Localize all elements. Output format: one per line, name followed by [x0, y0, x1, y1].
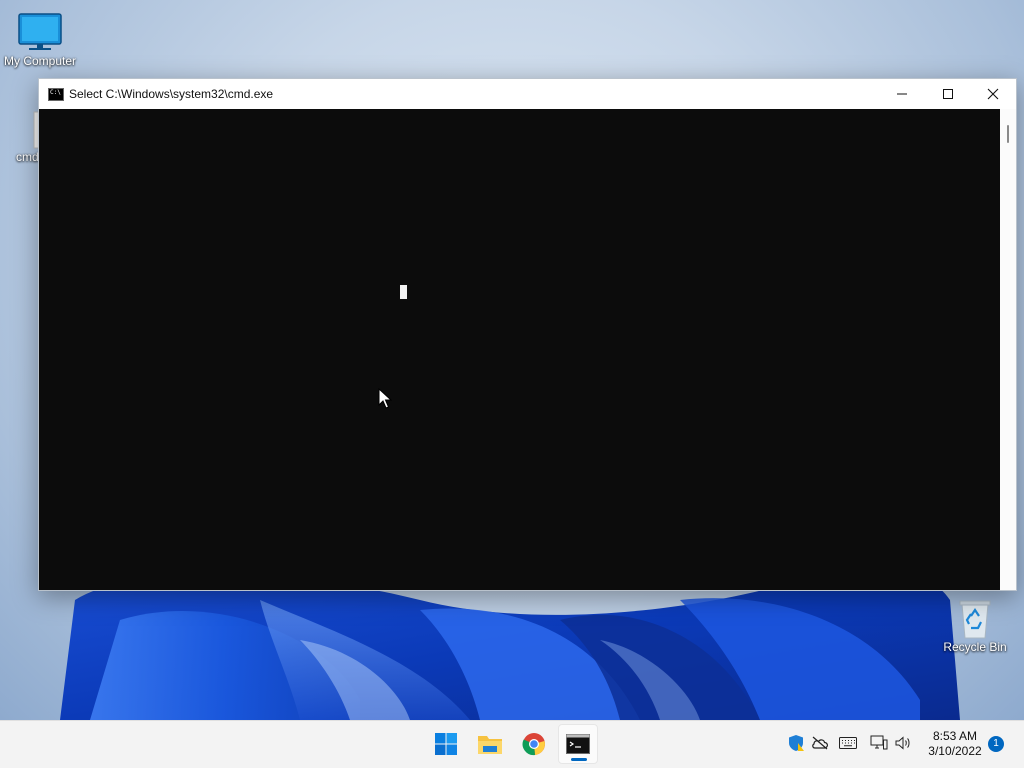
- volume-icon: [895, 736, 910, 750]
- close-button[interactable]: [970, 79, 1016, 109]
- windows-security-icon: [789, 735, 804, 751]
- minimize-button[interactable]: [879, 79, 925, 109]
- console-area[interactable]: [39, 109, 1000, 590]
- tray-touch-keyboard[interactable]: [839, 734, 857, 752]
- recycle-bin-icon: [959, 600, 991, 639]
- cmd-window[interactable]: C:\ Select C:\Windows\system32\cmd.exe: [38, 78, 1017, 591]
- text-cursor: [400, 285, 407, 299]
- title-bar[interactable]: C:\ Select C:\Windows\system32\cmd.exe: [39, 79, 1016, 109]
- monitor-icon: [18, 13, 62, 50]
- clock-time: 8:53 AM: [932, 729, 978, 743]
- desktop-icon-my-computer[interactable]: My Computer: [0, 10, 80, 68]
- taskbar-clock[interactable]: 8:53 AM 3/10/2022: [922, 729, 988, 759]
- touch-keyboard-icon: [839, 737, 857, 749]
- cmd-icon-prompt-text: C:\: [50, 89, 61, 96]
- maximize-icon: [943, 89, 953, 99]
- desktop-icon-recycle-bin[interactable]: Recycle Bin: [935, 598, 1015, 654]
- mouse-pointer-icon: [378, 388, 392, 409]
- desktop-icon-label: Recycle Bin: [943, 640, 1007, 654]
- minimize-icon: [897, 93, 907, 95]
- windows-start-icon: [435, 733, 457, 755]
- vertical-scrollbar[interactable]: [1000, 109, 1016, 590]
- window-title: Select C:\Windows\system32\cmd.exe: [69, 87, 274, 101]
- chrome-icon: [522, 733, 545, 756]
- tray-network[interactable]: [870, 734, 888, 752]
- scrollbar-thumb[interactable]: [1007, 125, 1009, 143]
- start-button[interactable]: [426, 724, 466, 764]
- clock-date: 3/10/2022: [928, 744, 982, 758]
- active-app-indicator: [571, 758, 587, 761]
- close-icon: [987, 88, 999, 100]
- taskbar-chrome[interactable]: [514, 724, 554, 764]
- file-explorer-icon: [478, 736, 502, 754]
- maximize-button[interactable]: [925, 79, 971, 109]
- tray-volume[interactable]: [894, 734, 912, 752]
- taskbar-file-explorer[interactable]: [470, 724, 510, 764]
- notification-badge[interactable]: 1: [988, 736, 1004, 752]
- network-icon: [870, 735, 888, 750]
- tray-onedrive[interactable]: [811, 734, 829, 752]
- command-prompt-icon: [566, 734, 590, 754]
- desktop-icon-label: My Computer: [3, 54, 77, 68]
- onedrive-offline-icon: [812, 736, 828, 750]
- command-prompt-icon: C:\: [48, 88, 64, 101]
- tray-windows-security[interactable]: [787, 734, 805, 752]
